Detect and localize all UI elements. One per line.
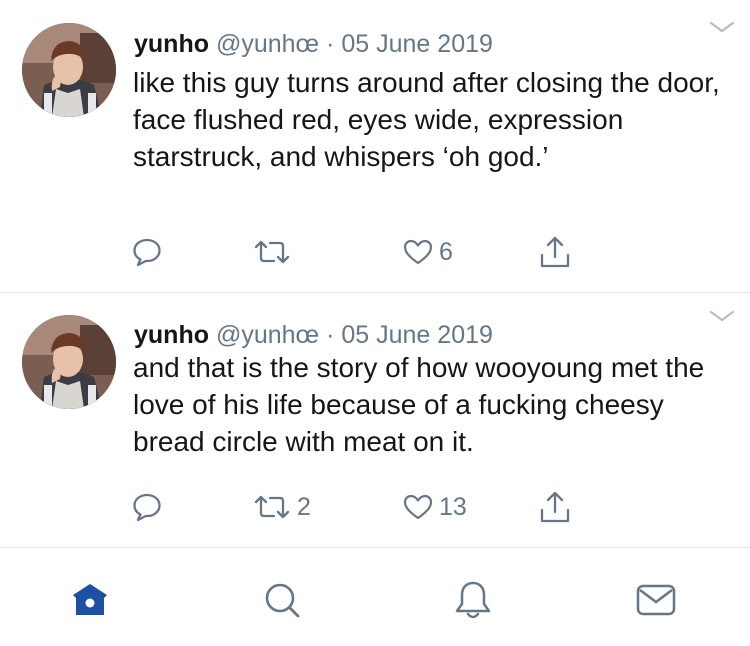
tweet-header: yunho @yunhœ · 05 June 2019 <box>134 320 493 350</box>
retweet-icon <box>254 240 290 264</box>
like-button[interactable]: 6 <box>402 232 453 272</box>
retweet-button[interactable]: 2 <box>252 487 311 527</box>
separator-dot: · <box>326 321 335 349</box>
tab-home[interactable] <box>68 578 112 622</box>
chevron-down-icon[interactable] <box>708 309 736 323</box>
tweet-date[interactable]: 05 June 2019 <box>341 321 493 349</box>
reply-button[interactable] <box>131 487 163 527</box>
tweet-header: yunho @yunhœ · 05 June 2019 <box>134 29 493 59</box>
chevron-down-icon[interactable] <box>708 20 736 34</box>
share-button[interactable] <box>538 487 572 527</box>
heart-icon <box>403 494 433 520</box>
avatar[interactable] <box>22 315 116 409</box>
tweet[interactable]: yunho @yunhœ · 05 June 2019 and that is … <box>0 293 750 548</box>
home-icon <box>73 584 107 615</box>
search-icon <box>265 583 300 618</box>
tweet-text: like this guy turns around after closing… <box>133 67 720 172</box>
retweet-icon <box>254 495 290 519</box>
author-handle[interactable]: @yunhœ <box>216 30 319 58</box>
avatar-image <box>22 23 116 117</box>
author-name[interactable]: yunho <box>134 30 209 58</box>
tweet-actions: 6 <box>0 232 750 272</box>
like-button[interactable]: 13 <box>402 487 467 527</box>
avatar[interactable] <box>22 23 116 117</box>
reply-icon <box>133 493 161 522</box>
bottom-tab-bar <box>0 548 750 646</box>
reply-button[interactable] <box>131 232 163 272</box>
tab-notifications[interactable] <box>451 578 495 622</box>
tab-messages[interactable] <box>634 578 678 622</box>
tweet[interactable]: yunho @yunhœ · 05 June 2019 like this gu… <box>0 0 750 293</box>
tab-search[interactable] <box>260 578 304 622</box>
heart-icon <box>403 239 433 265</box>
retweet-count: 2 <box>297 492 311 521</box>
bell-icon <box>455 581 491 619</box>
share-icon <box>540 236 570 268</box>
tweet-actions: 2 13 <box>0 487 750 527</box>
like-count: 13 <box>439 492 467 521</box>
tweet-date[interactable]: 05 June 2019 <box>341 30 493 58</box>
retweet-button[interactable] <box>252 232 297 272</box>
mail-icon <box>636 584 676 616</box>
avatar-image <box>22 315 116 409</box>
reply-icon <box>133 238 161 267</box>
author-name[interactable]: yunho <box>134 321 209 349</box>
separator-dot: · <box>326 30 335 58</box>
author-handle[interactable]: @yunhœ <box>216 321 319 349</box>
share-icon <box>540 491 570 523</box>
share-button[interactable] <box>538 232 572 272</box>
like-count: 6 <box>439 237 453 266</box>
tweet-text: and that is the story of how wooyoung me… <box>133 352 705 457</box>
